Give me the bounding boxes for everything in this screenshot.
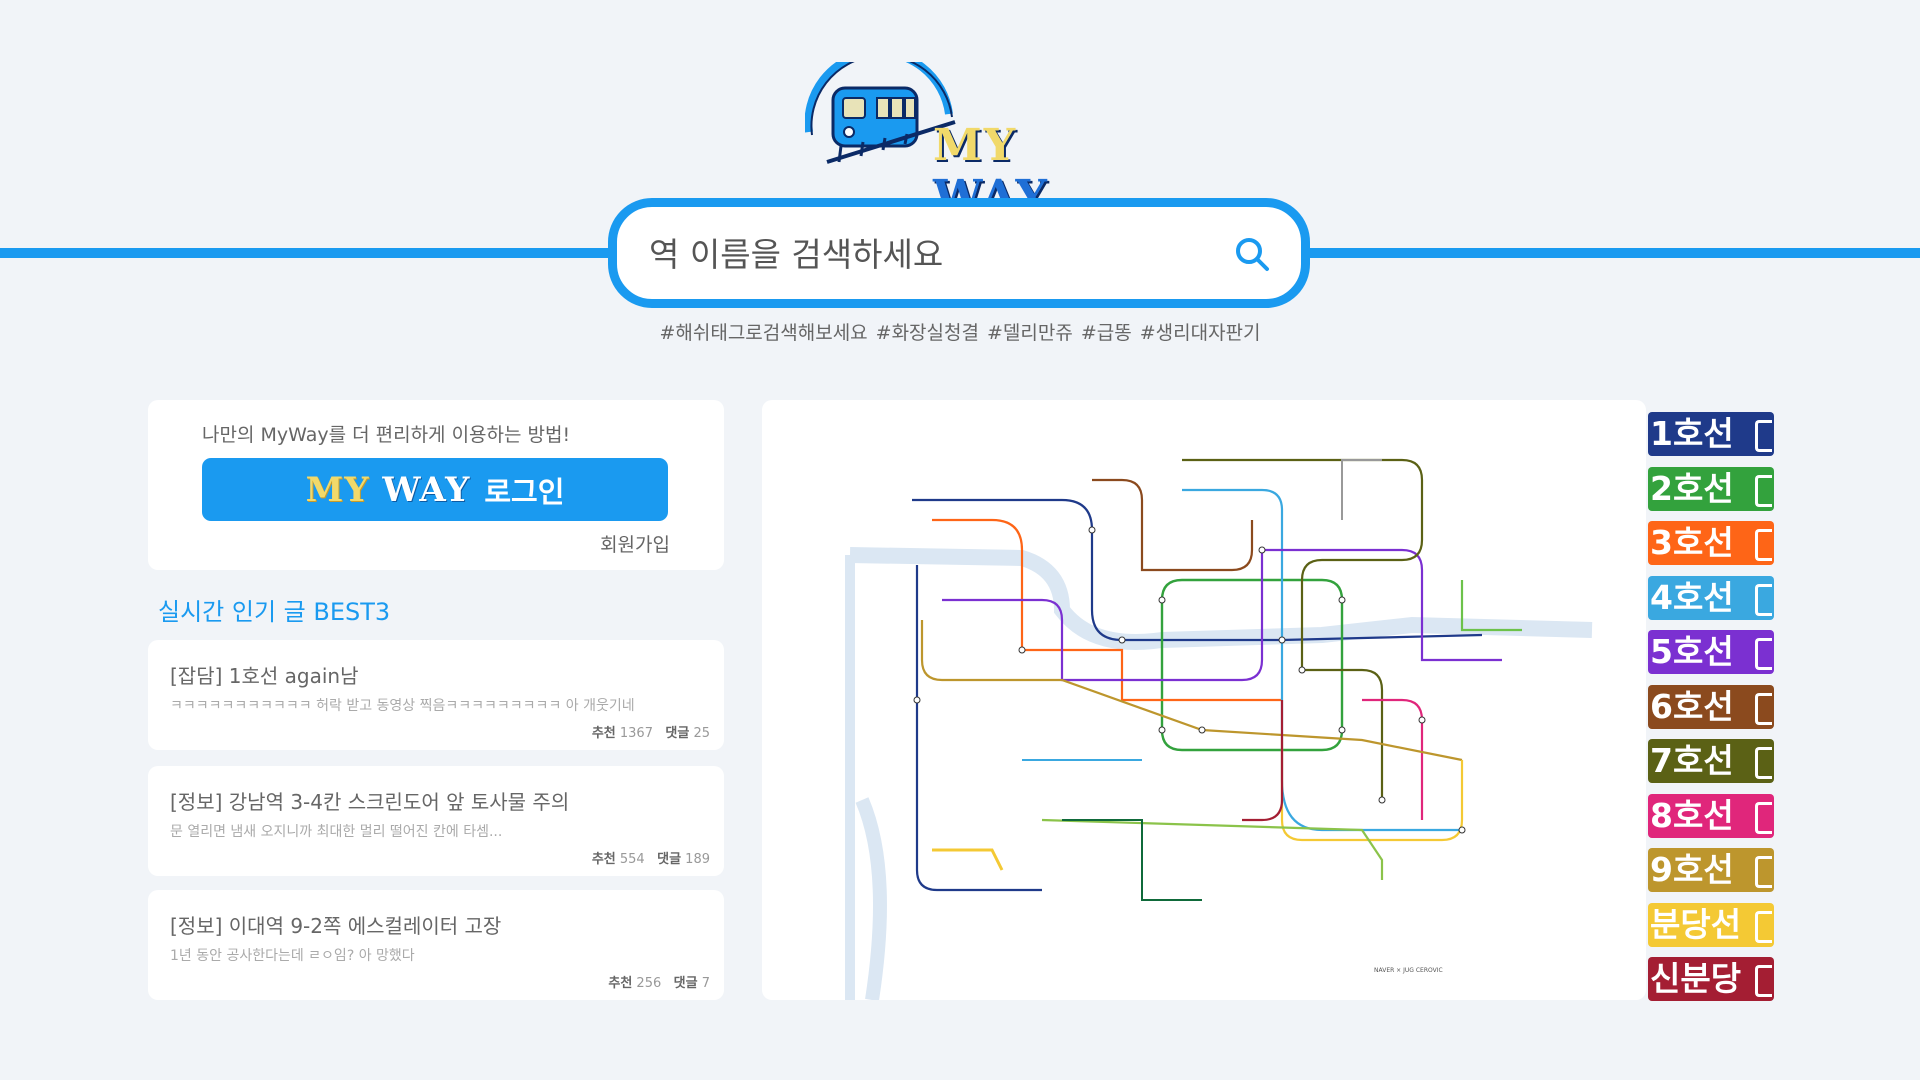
best-posts-title: 실시간 인기 글 BEST3 — [158, 598, 391, 626]
login-description: 나만의 MyWay를 더 편리하게 이용하는 방법! — [202, 424, 571, 446]
post-stats: 추천 256 댓글 7 — [608, 976, 710, 991]
line-button[interactable]: 7호선 — [1648, 739, 1774, 783]
post-preview: 1년 동안 공사한다는데 ㄹㅇ임? 아 망했다 — [170, 948, 415, 964]
subway-map-image: NAVER × JUG CEROVIC — [845, 458, 1593, 1000]
line-button[interactable]: 6호선 — [1648, 684, 1774, 729]
line-button[interactable]: 신분당 — [1648, 957, 1774, 1001]
hashtag-list: #해쉬태그로검색해보세요 #화장실청결 #델리만쥬 #급똥 #생리대자판기 — [600, 318, 1320, 345]
hashtag[interactable]: #화장실청결 — [876, 322, 979, 344]
search-box — [608, 198, 1310, 308]
post-preview: 문 열리면 냄새 오지니까 최대한 멀리 떨어진 칸에 타셈... — [170, 824, 503, 840]
hashtag[interactable]: #생리대자판기 — [1140, 322, 1261, 344]
login-card: 나만의 MyWay를 더 편리하게 이용하는 방법! MY WAY 로그인 회원… — [148, 400, 724, 570]
post-title: [잡담] 1호선 again남 — [170, 664, 359, 688]
post-card[interactable]: [정보] 이대역 9-2쪽 에스컬레이터 고장 1년 동안 공사한다는데 ㄹㅇ임… — [148, 890, 724, 1000]
search-button[interactable] — [1233, 235, 1271, 273]
login-button[interactable]: MY WAY 로그인 — [202, 458, 668, 521]
login-button-label: 로그인 — [484, 474, 565, 509]
hashtag[interactable]: #급똥 — [1081, 322, 1132, 344]
map-credit: NAVER × JUG CEROVIC — [1374, 967, 1443, 974]
post-title: [정보] 강남역 3-4칸 스크린도어 앞 토사물 주의 — [170, 790, 570, 814]
signup-link[interactable]: 회원가입 — [600, 530, 670, 557]
post-stats: 추천 1367 댓글 25 — [591, 726, 710, 741]
line-list: 1호선 2호선 3호선 4호선 5호선 6호선 7호선 8호선 9호선 분당선 … — [1648, 412, 1774, 1012]
subway-map[interactable]: NAVER × JUG CEROVIC — [762, 400, 1646, 1000]
hashtag[interactable]: #델리만쥬 — [987, 322, 1073, 344]
post-stats: 추천 554 댓글 189 — [591, 852, 710, 867]
line-button[interactable]: 분당선 — [1648, 902, 1774, 947]
search-input[interactable] — [647, 221, 1211, 287]
logo[interactable]: MY WAY — [804, 48, 1115, 222]
line-button[interactable]: 8호선 — [1648, 793, 1774, 838]
post-title: [정보] 이대역 9-2쪽 에스컬레이터 고장 — [170, 914, 502, 938]
post-preview: ㅋㅋㅋㅋㅋㅋㅋㅋㅋㅋㅋ 허락 받고 동영상 찍음ㅋㅋㅋㅋㅋㅋㅋㅋㅋ 아 개웃기네 — [170, 698, 635, 714]
post-card[interactable]: [잡담] 1호선 again남 ㅋㅋㅋㅋㅋㅋㅋㅋㅋㅋㅋ 허락 받고 동영상 찍음… — [148, 640, 724, 750]
line-button[interactable]: 3호선 — [1648, 521, 1774, 565]
line-button[interactable]: 4호선 — [1648, 575, 1774, 620]
post-card[interactable]: [정보] 강남역 3-4칸 스크린도어 앞 토사물 주의 문 열리면 냄새 오지… — [148, 766, 724, 876]
hashtag[interactable]: #해쉬태그로검색해보세요 — [659, 322, 867, 344]
search-icon — [1236, 238, 1269, 271]
line-button[interactable]: 5호선 — [1648, 630, 1774, 674]
login-brand: MY WAY — [305, 469, 471, 510]
line-button[interactable]: 9호선 — [1648, 848, 1774, 892]
line-button[interactable]: 1호선 — [1648, 412, 1774, 456]
line-button[interactable]: 2호선 — [1648, 466, 1774, 511]
